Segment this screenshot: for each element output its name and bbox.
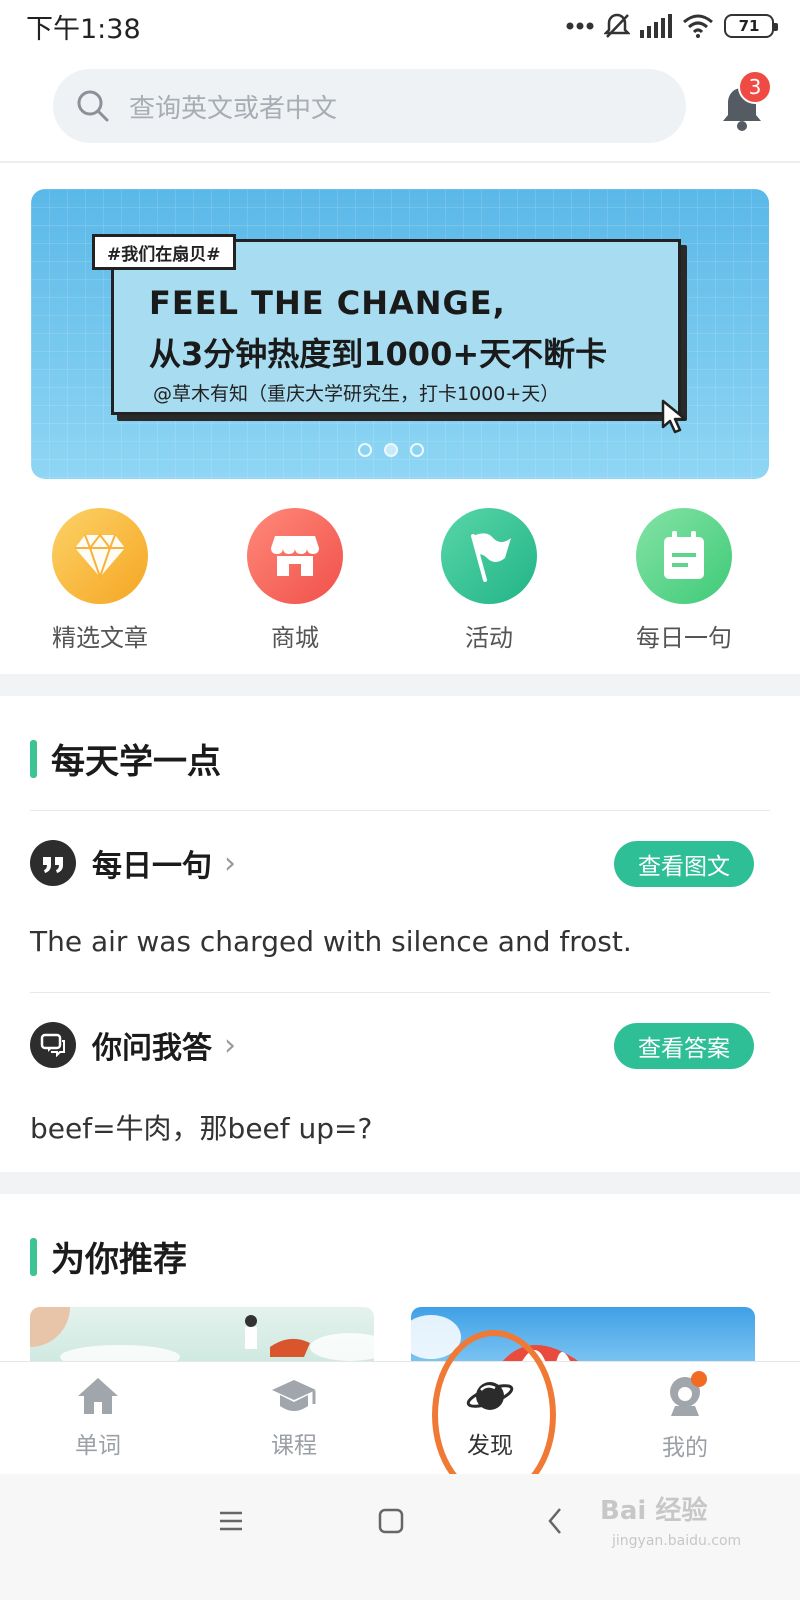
graduation-cap-icon <box>272 1380 316 1411</box>
banner-pager[interactable] <box>358 443 424 457</box>
mute-bell-icon <box>604 13 630 38</box>
row-title: 每日一句 <box>92 849 212 884</box>
tab-me[interactable]: 我的 <box>625 1376 745 1462</box>
watermark: Bai 经验 <box>600 1496 708 1526</box>
tab-label: 我的 <box>662 1435 708 1461</box>
back-icon[interactable] <box>546 1507 564 1535</box>
home-icon <box>78 1378 118 1414</box>
bottom-tab-bar: 单词 课程 发现 我的 <box>0 1361 800 1473</box>
watermark-url: jingyan.baidu.com <box>612 1533 742 1549</box>
banner-title-line2: 从3分钟热度到1000+天不断卡 <box>149 335 608 373</box>
pager-dot[interactable] <box>410 443 424 457</box>
quick-links: 精选文章 商城 活动 每日一句 <box>0 508 800 652</box>
search-input[interactable]: 查询英文或者中文 <box>129 88 337 125</box>
battery-indicator: 71 <box>724 14 778 38</box>
quick-link-events[interactable]: 活动 <box>414 508 564 653</box>
signal-icon <box>640 14 672 38</box>
recommend-card[interactable] <box>30 1307 374 1363</box>
notification-badge: 3 <box>738 70 772 104</box>
calendar-icon <box>636 508 732 604</box>
flag-icon <box>441 508 537 604</box>
section-accent-bar <box>30 739 37 778</box>
section-title: 为你推荐 <box>51 1240 187 1280</box>
profile-notification-dot <box>691 1371 707 1387</box>
promo-banner[interactable]: #我们在扇贝# FEEL THE CHANGE, 从3分钟热度到1000+天不断… <box>31 189 769 479</box>
status-icons: 71 <box>566 12 778 40</box>
qa-question-text: beef=牛肉，那beef up=? <box>30 1112 373 1145</box>
banner-subtitle: @草木有知（重庆大学研究生，打卡1000+天） <box>153 383 560 405</box>
banner-tag: #我们在扇贝# <box>92 234 236 270</box>
header-divider <box>0 161 800 163</box>
status-bar: 下午1:38 71 <box>0 0 800 52</box>
card-illustration <box>30 1307 374 1363</box>
status-time: 下午1:38 <box>26 13 141 45</box>
chat-icon <box>30 1022 76 1068</box>
daily-sentence-link[interactable]: 每日一句 › <box>30 840 236 886</box>
store-icon <box>247 508 343 604</box>
divider <box>30 810 770 811</box>
tab-words[interactable]: 单词 <box>38 1376 158 1460</box>
recommend-section-header: 为你推荐 <box>30 1232 187 1281</box>
quick-link-label: 精选文章 <box>52 624 148 652</box>
pager-dot[interactable] <box>358 443 372 457</box>
chevron-right-icon: › <box>224 1027 236 1063</box>
banner-title-line1: FEEL THE CHANGE, <box>149 284 506 322</box>
home-square-icon[interactable] <box>378 1508 404 1534</box>
search-icon <box>77 90 109 122</box>
qa-link[interactable]: 你问我答 › <box>30 1022 236 1068</box>
section-accent-bar <box>30 1237 37 1276</box>
wifi-icon <box>683 14 713 38</box>
tab-courses[interactable]: 课程 <box>234 1376 354 1460</box>
daily-sentence-text: The air was charged with silence and fro… <box>30 925 632 958</box>
cursor-icon <box>661 399 687 434</box>
diamond-icon <box>52 508 148 604</box>
row-title: 你问我答 <box>92 1031 212 1066</box>
view-image-text-button[interactable]: 查看图文 <box>614 841 754 887</box>
quick-link-label: 活动 <box>465 624 513 652</box>
chevron-right-icon: › <box>224 845 236 881</box>
quick-link-label: 每日一句 <box>636 624 732 652</box>
pager-dot-active[interactable] <box>384 443 398 457</box>
quick-link-store[interactable]: 商城 <box>220 508 370 653</box>
tab-label: 课程 <box>271 1433 317 1459</box>
menu-icon[interactable] <box>218 1510 244 1532</box>
search-bar[interactable]: 查询英文或者中文 <box>53 69 686 143</box>
quick-link-articles[interactable]: 精选文章 <box>25 508 175 653</box>
section-separator <box>0 1172 800 1194</box>
more-dots-icon <box>566 22 594 30</box>
quick-link-label: 商城 <box>271 624 319 652</box>
quick-link-daily-sentence[interactable]: 每日一句 <box>609 508 759 653</box>
daily-section-header: 每天学一点 <box>30 734 221 783</box>
divider <box>30 992 770 993</box>
tab-label: 单词 <box>75 1433 121 1459</box>
quote-icon <box>30 840 76 886</box>
view-answer-button[interactable]: 查看答案 <box>614 1023 754 1069</box>
section-separator <box>0 674 800 696</box>
section-title: 每天学一点 <box>51 742 221 782</box>
